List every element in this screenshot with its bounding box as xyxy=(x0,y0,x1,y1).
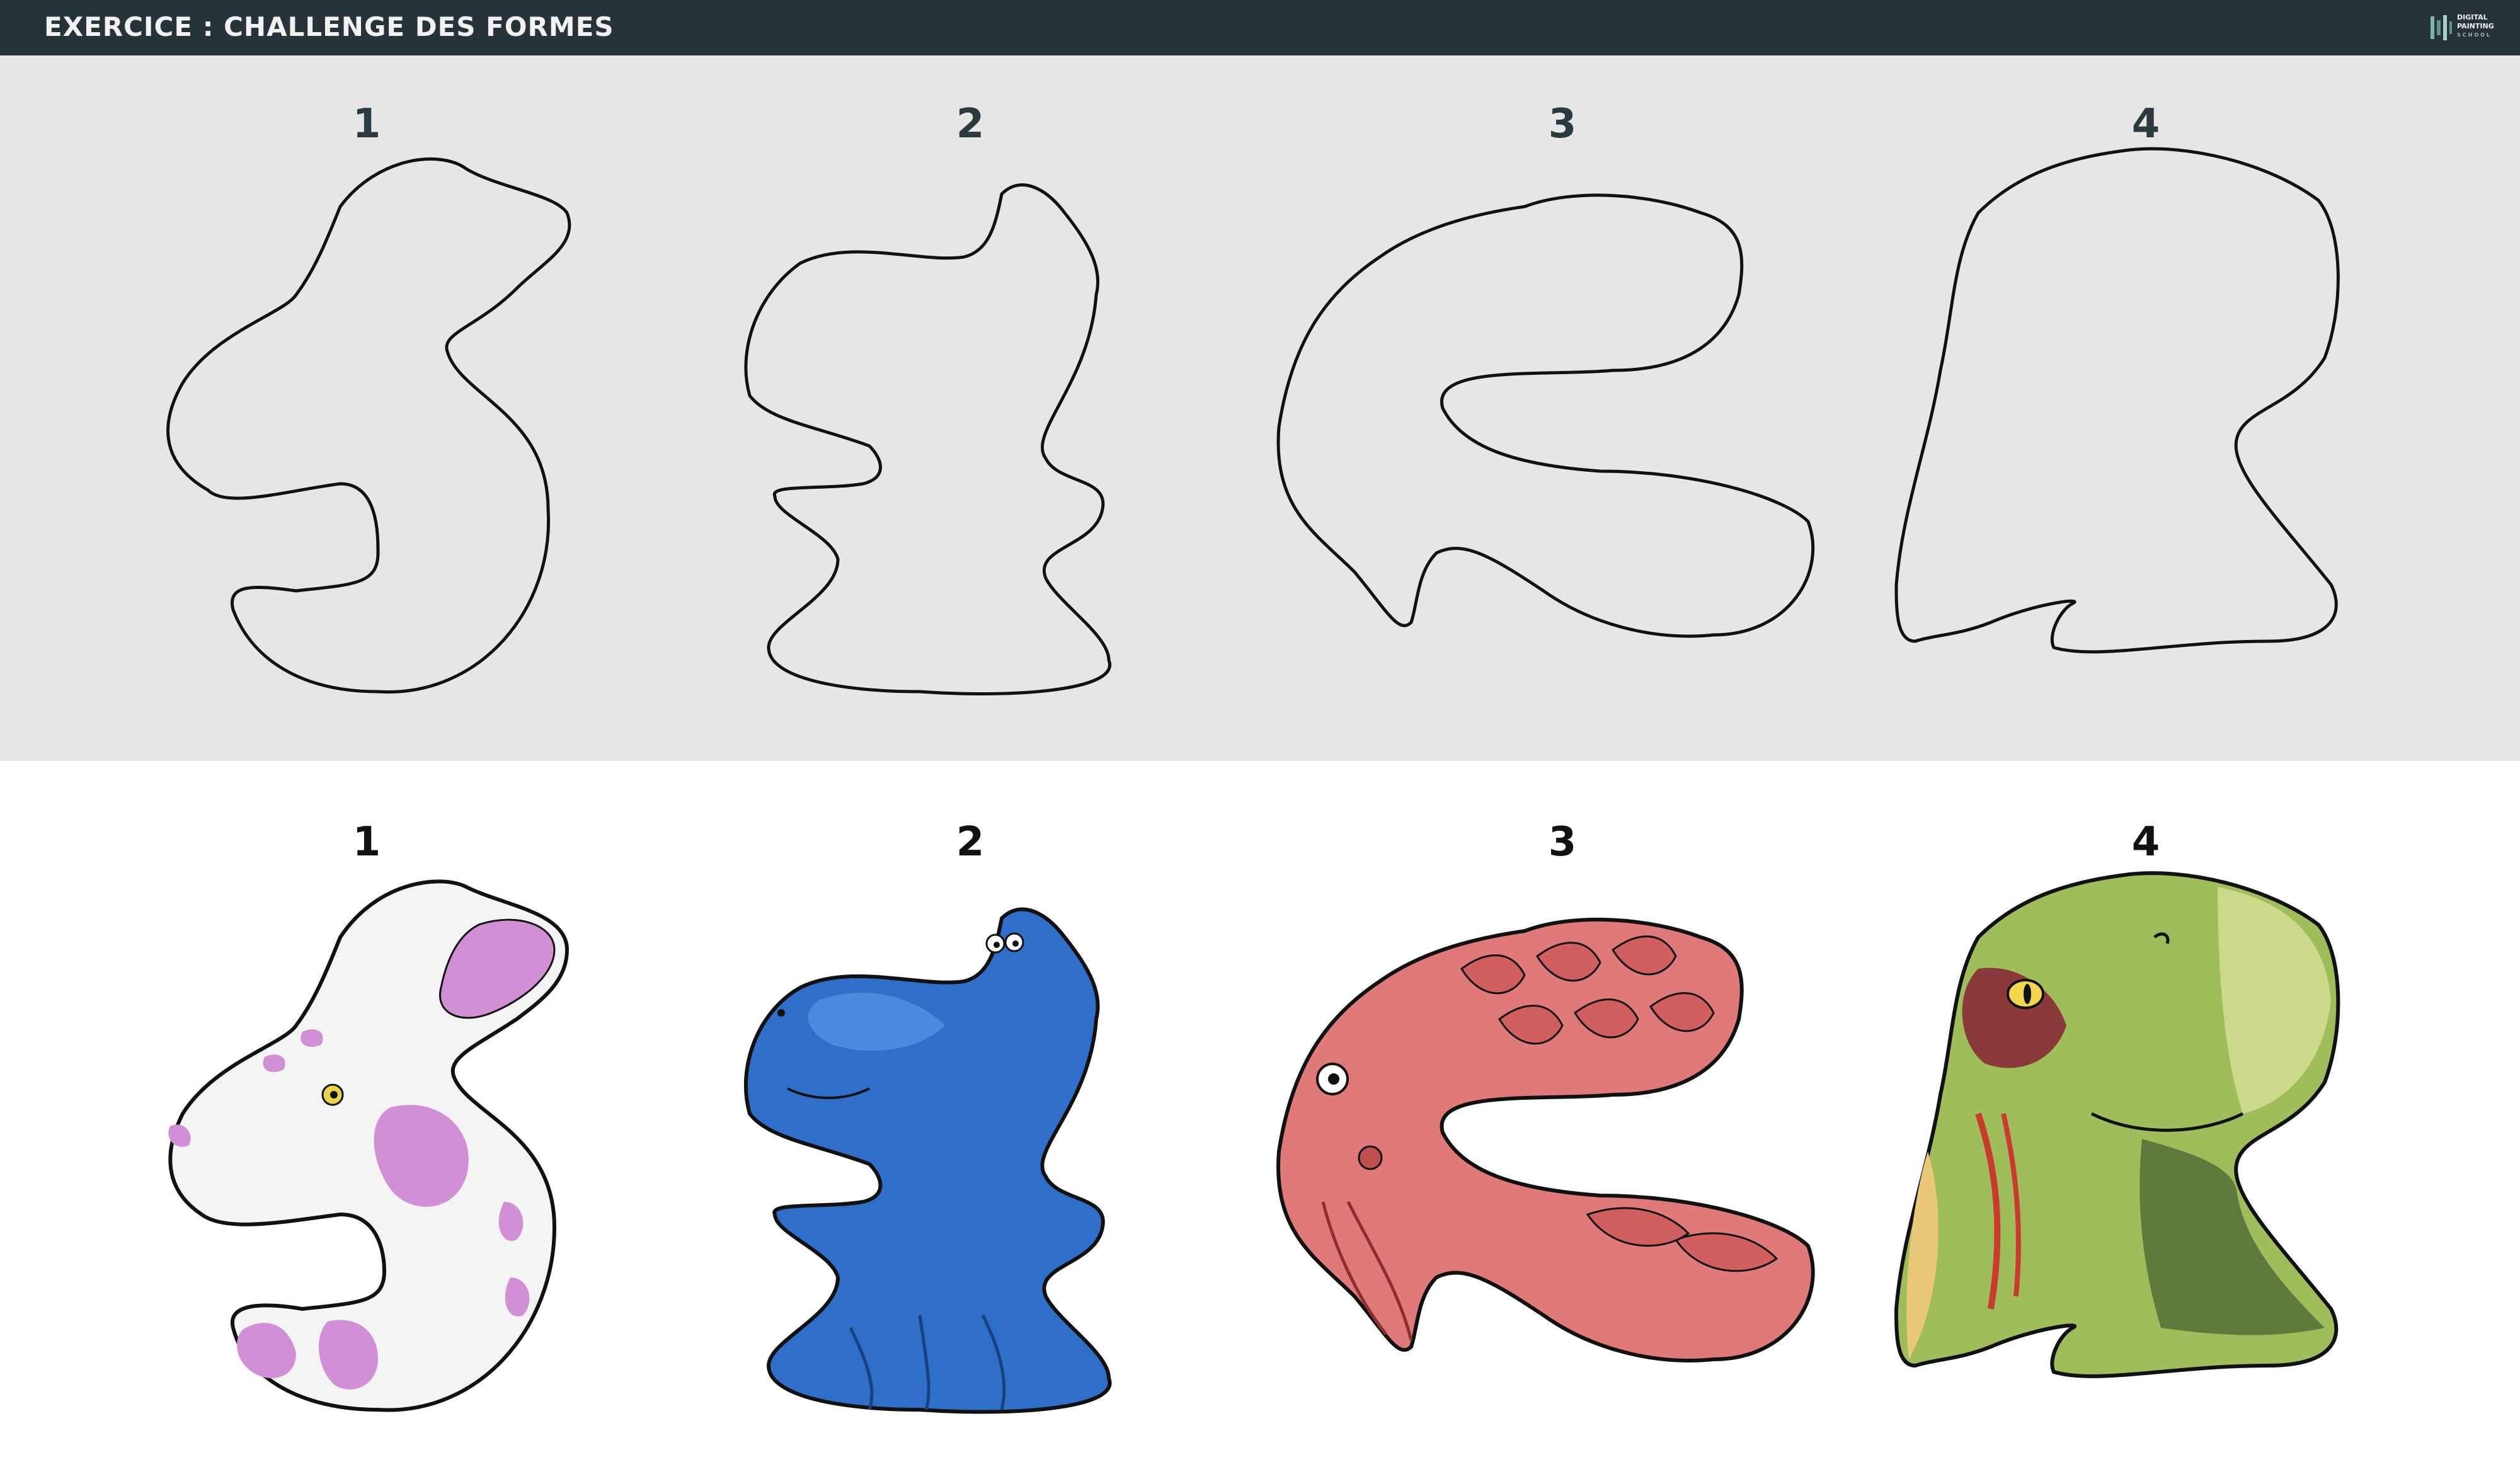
brand-logo-icon xyxy=(2431,15,2452,40)
creatures-panel: 1 2 3 4 xyxy=(0,761,2520,1479)
outline-shape-2 xyxy=(744,183,1111,695)
creature-2-blue-octopus xyxy=(743,907,1112,1414)
outline-shapes xyxy=(166,147,2340,695)
outline-shapes-panel: 1 2 3 4 xyxy=(0,55,2520,761)
header-bar: EXERCICE : CHALLENGE DES FORMES DIGITAL … xyxy=(0,0,2520,55)
page-title: EXERCICE : CHALLENGE DES FORMES xyxy=(44,11,614,42)
outline-shape-3 xyxy=(1276,193,1815,638)
outline-shape-1 xyxy=(166,157,571,694)
creature-3-red-squid xyxy=(1276,917,1815,1362)
creature-1-bunny xyxy=(168,879,570,1412)
logo-text-line1: DIGITAL xyxy=(2457,13,2488,21)
logo-text-line2: PAINTING xyxy=(2457,22,2494,30)
outline-shape-4 xyxy=(1894,147,2340,654)
logo-text-line3: SCHOOL xyxy=(2457,32,2492,38)
creature-illustrations xyxy=(168,871,2340,1414)
brand-logo: DIGITAL PAINTING SCHOOL xyxy=(2429,11,2505,44)
creature-4-green-lizard xyxy=(1894,871,2340,1378)
